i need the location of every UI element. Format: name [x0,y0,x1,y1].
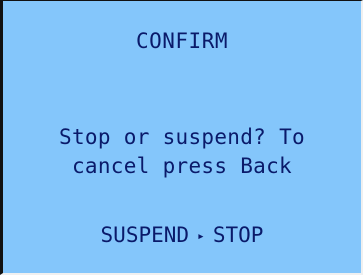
option-selector: SUSPEND ▸ STOP [3,223,361,249]
suspend-option[interactable]: SUSPEND [99,223,192,247]
dialog-message: Stop or suspend? To cancel press Back [3,123,361,181]
message-line-1: Stop or suspend? To [59,125,305,149]
confirm-dialog-screen: CONFIRM Stop or suspend? To cancel press… [0,0,363,275]
stop-option[interactable]: STOP [211,223,266,247]
selection-arrow-icon: ▸ [197,229,205,244]
dialog-title: CONFIRM [135,29,228,53]
message-line-2: cancel press Back [71,154,293,178]
